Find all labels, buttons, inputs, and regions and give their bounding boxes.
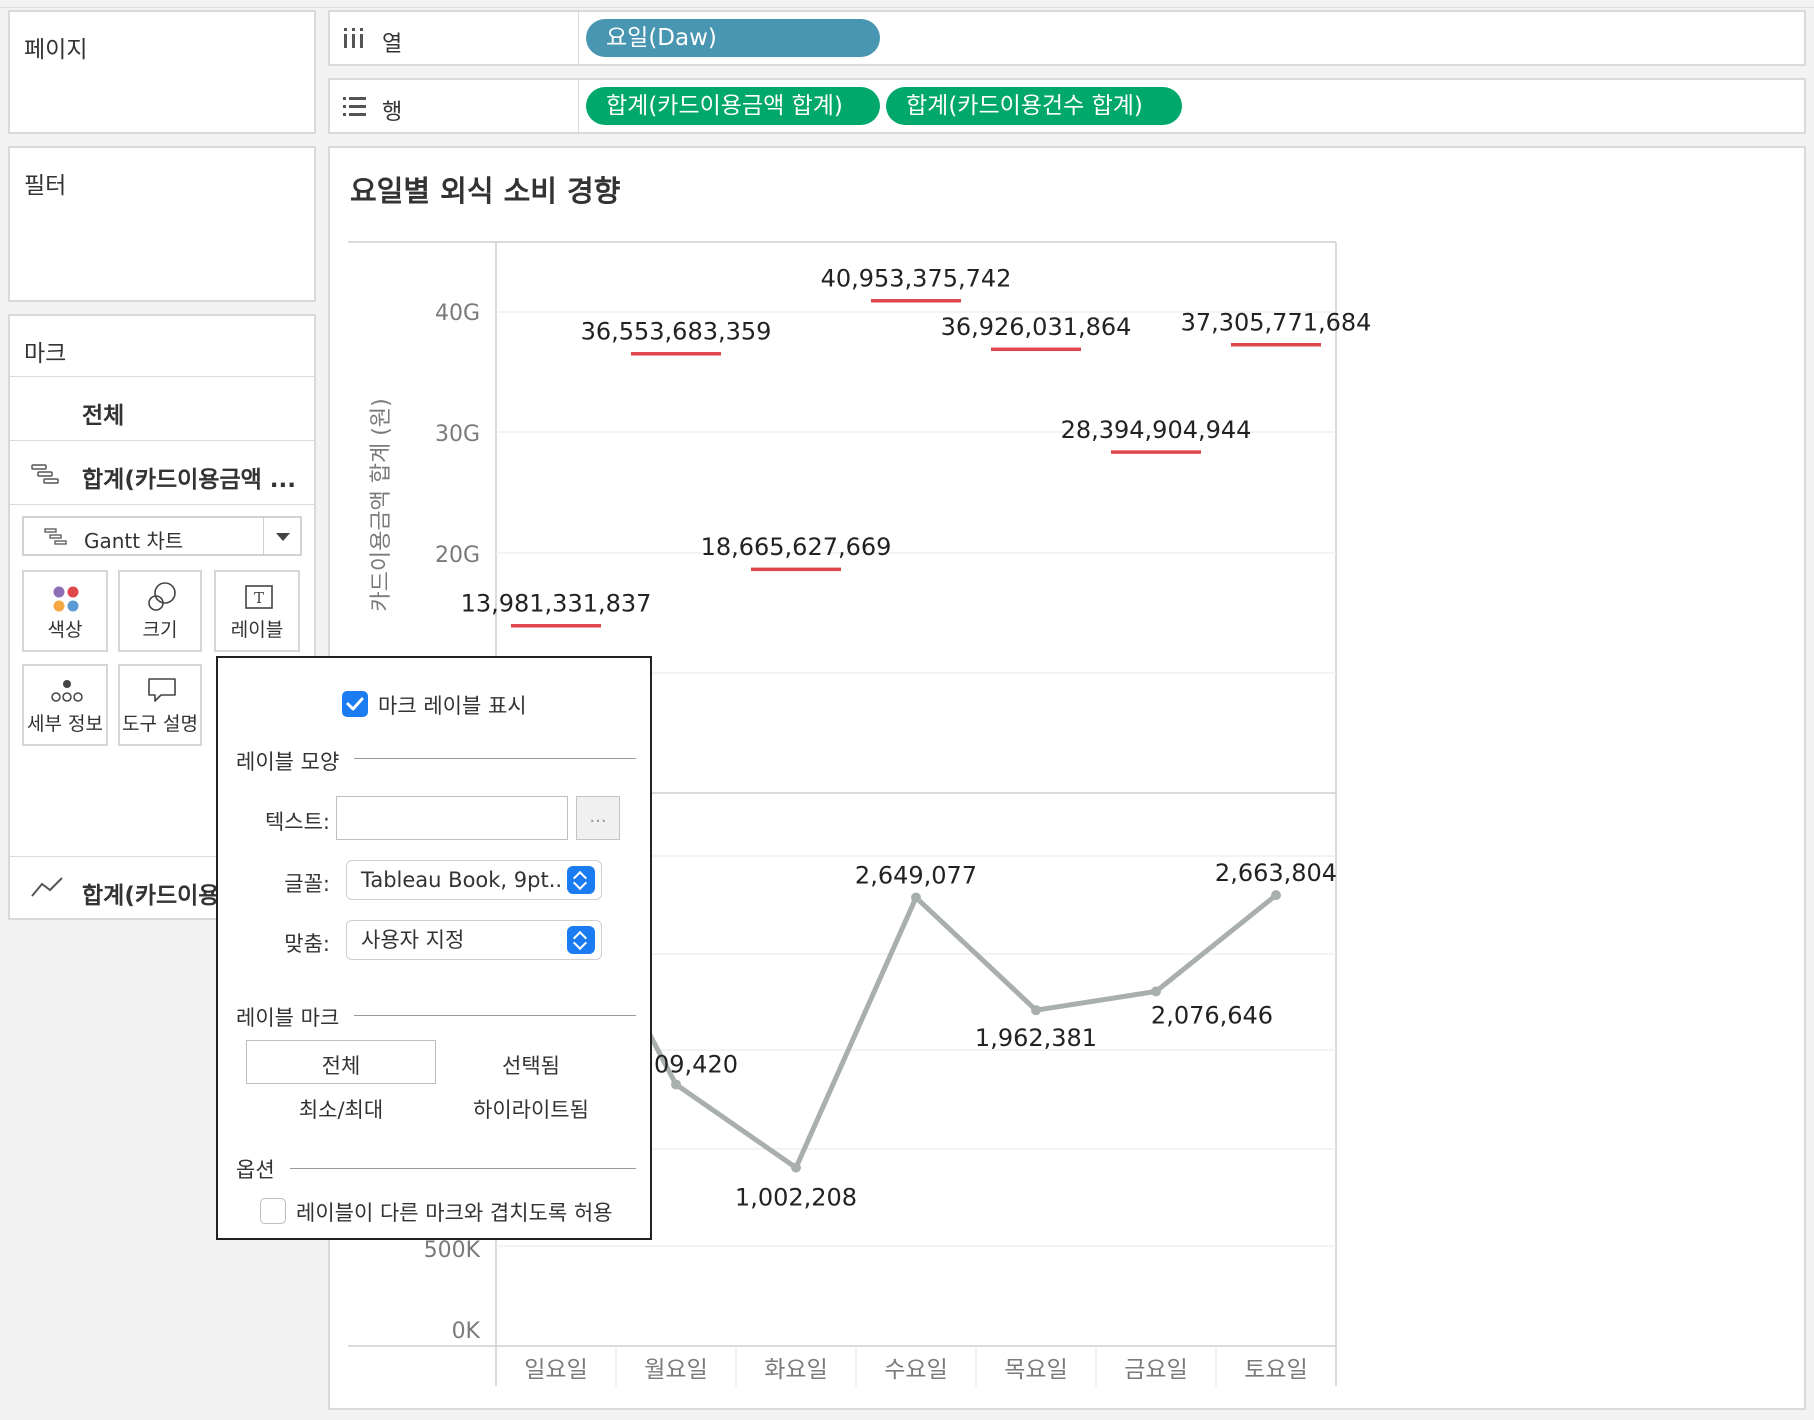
color-card[interactable]: 색상: [22, 570, 108, 652]
detail-card[interactable]: 세부 정보: [22, 664, 108, 746]
pages-panel[interactable]: 페이지: [8, 10, 316, 134]
shelf-divider: [578, 80, 579, 132]
font-select[interactable]: Tableau Book, 9pt..: [346, 860, 602, 900]
select-stepper-icon: [567, 866, 595, 894]
segment-highlighted[interactable]: 하이라이트됨: [436, 1094, 626, 1124]
label-text-edit-button[interactable]: ...: [576, 796, 620, 840]
tooltip-card-label: 도구 설명: [122, 713, 198, 735]
divider: [10, 440, 314, 441]
measure-pill-count[interactable]: 합계(카드이용건수 합계): [886, 87, 1182, 125]
tooltip-icon: [148, 678, 176, 702]
show-labels-checkbox[interactable]: [342, 691, 368, 717]
marks-title: 마크: [24, 341, 67, 367]
chart-title: 요일별 외식 소비 경향: [350, 174, 621, 208]
align-field-label: 맞춤:: [284, 932, 330, 956]
divider: [10, 504, 314, 505]
color-card-label: 색상: [47, 619, 83, 641]
label-marks-divider: [354, 1015, 636, 1016]
options-section-title: 옵션: [236, 1158, 275, 1182]
checkmark-icon: [346, 697, 364, 711]
line-chart-icon: [31, 877, 63, 897]
alignment-select-value: 사용자 지정: [361, 928, 465, 952]
filters-title: 필터: [24, 173, 67, 199]
label-card[interactable]: T 레이블: [214, 570, 300, 652]
color-dots-icon: [53, 586, 79, 612]
label-marks-section-title: 레이블 마크: [236, 1006, 340, 1030]
divider: [10, 376, 314, 377]
mark-type-value: Gantt 차트: [84, 529, 184, 553]
appearance-divider: [354, 758, 636, 759]
tooltip-card[interactable]: 도구 설명: [118, 664, 202, 746]
rows-icon: [343, 97, 366, 116]
text-field-label: 텍스트:: [264, 810, 330, 834]
segment-selected[interactable]: 선택됨: [436, 1050, 626, 1080]
marks-measure1-label: 합계(카드이용금액 ...: [82, 467, 297, 493]
marks-tab-all[interactable]: 전체: [10, 378, 314, 440]
allow-overlap-text: 레이블이 다른 마크와 겹치도록 허용: [296, 1201, 613, 1225]
size-card-label: 크기: [142, 619, 178, 641]
font-select-value: Tableau Book, 9pt..: [361, 868, 563, 892]
ellipsis-icon: ...: [589, 806, 607, 827]
size-card[interactable]: 크기: [118, 570, 202, 652]
detail-card-label: 세부 정보: [27, 713, 103, 735]
label-card-label: 레이블: [230, 619, 284, 641]
detail-icon: [51, 680, 83, 702]
appearance-section-title: 레이블 모양: [236, 750, 340, 774]
mark-type-dropdown[interactable]: Gantt 차트: [22, 516, 302, 556]
chevron-down-icon: [276, 533, 290, 541]
label-icon: T: [245, 585, 273, 609]
rows-shelf[interactable]: 행 합계(카드이용금액 합계) 합계(카드이용건수 합계): [328, 78, 1806, 134]
svg-text:T: T: [254, 589, 264, 607]
options-divider: [290, 1168, 636, 1169]
pages-title: 페이지: [24, 37, 88, 63]
marks-measure2-label: 합계(카드이용: [82, 883, 220, 909]
show-labels-text: 마크 레이블 표시: [378, 694, 527, 718]
columns-shelf[interactable]: 열 요일(Daw): [328, 10, 1806, 66]
segment-min-max[interactable]: 최소/최대: [246, 1094, 436, 1124]
top-ruler: [0, 0, 1814, 8]
columns-icon: [344, 28, 363, 48]
segment-all-label: 전체: [321, 1054, 361, 1078]
alignment-select[interactable]: 사용자 지정: [346, 920, 602, 960]
label-text-input[interactable]: [336, 796, 568, 840]
label-popup: 마크 레이블 표시 레이블 모양 텍스트: ... 글꼴: Tableau Bo…: [216, 656, 652, 1240]
dropdown-divider: [263, 518, 264, 554]
size-icon: [148, 582, 176, 611]
dimension-pill-day[interactable]: 요일(Daw): [586, 19, 880, 57]
marks-tab-measure1[interactable]: 합계(카드이용금액 ...: [10, 442, 314, 504]
filters-panel[interactable]: 필터: [8, 146, 316, 302]
select-stepper-icon: [567, 926, 595, 954]
columns-label: 열: [382, 32, 403, 57]
gantt-icon: [31, 464, 59, 484]
shelf-divider: [578, 12, 579, 64]
allow-overlap-checkbox[interactable]: [260, 1198, 286, 1224]
gantt-icon: [44, 528, 67, 545]
measure-pill-amount[interactable]: 합계(카드이용금액 합계): [586, 87, 880, 125]
font-field-label: 글꼴:: [284, 872, 330, 896]
marks-all-label: 전체: [82, 403, 125, 429]
rows-label: 행: [382, 100, 403, 125]
